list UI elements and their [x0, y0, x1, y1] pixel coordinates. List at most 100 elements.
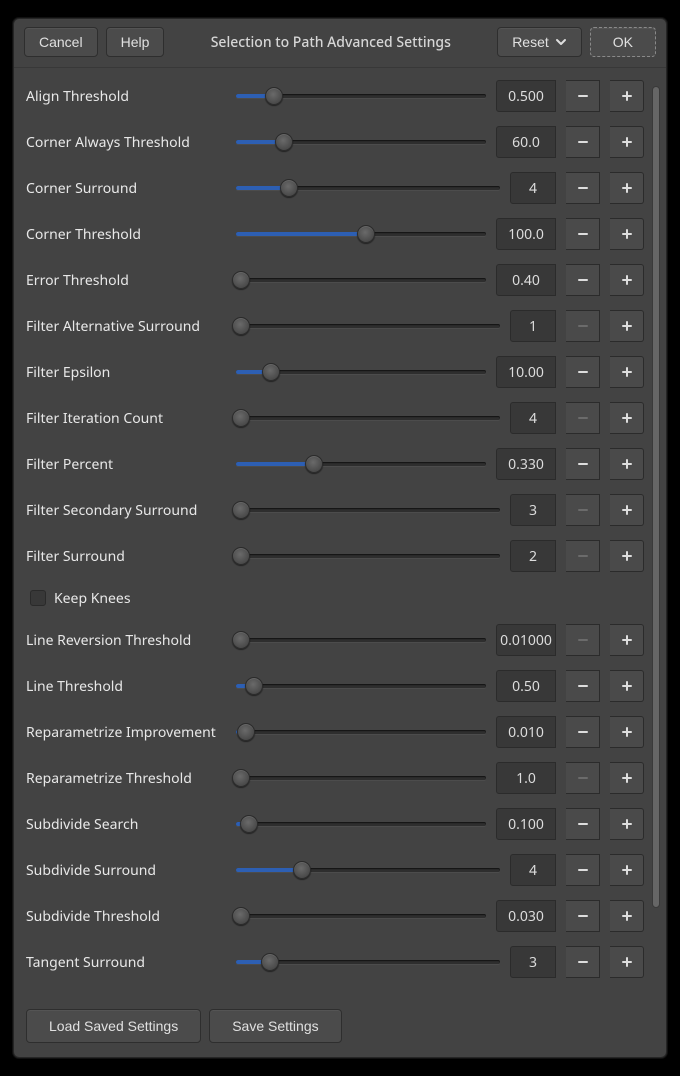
slider-thumb[interactable] — [232, 409, 250, 427]
slider-thumb[interactable] — [232, 547, 250, 565]
slider-thumb[interactable] — [262, 363, 280, 381]
param-slider-filter-secondary-surround[interactable] — [236, 500, 500, 520]
param-value-subdivide-search[interactable]: 0.100 — [496, 808, 556, 840]
increment-button-line-threshold[interactable] — [610, 670, 644, 702]
param-value-error-threshold[interactable]: 0.40 — [496, 264, 556, 296]
cancel-button[interactable]: Cancel — [24, 27, 98, 57]
slider-track — [236, 776, 486, 780]
param-slider-corner-always-threshold[interactable] — [236, 132, 486, 152]
decrement-button-error-threshold[interactable] — [566, 264, 600, 296]
increment-button-tangent-surround[interactable] — [610, 946, 644, 978]
param-value-filter-surround[interactable]: 2 — [510, 540, 556, 572]
decrement-button-subdivide-surround[interactable] — [566, 854, 600, 886]
param-value-reparametrize-improvement[interactable]: 0.010 — [496, 716, 556, 748]
param-slider-filter-epsilon[interactable] — [236, 362, 486, 382]
slider-thumb[interactable] — [232, 317, 250, 335]
increment-button-corner-always-threshold[interactable] — [610, 126, 644, 158]
param-slider-tangent-surround[interactable] — [236, 952, 500, 972]
param-slider-reparametrize-improvement[interactable] — [236, 722, 486, 742]
increment-button-filter-surround[interactable] — [610, 540, 644, 572]
slider-thumb[interactable] — [280, 179, 298, 197]
param-value-reparametrize-threshold[interactable]: 1.0 — [496, 762, 556, 794]
reset-button[interactable]: Reset — [497, 27, 582, 57]
increment-button-error-threshold[interactable] — [610, 264, 644, 296]
slider-thumb[interactable] — [237, 723, 255, 741]
param-slider-subdivide-search[interactable] — [236, 814, 486, 834]
param-value-subdivide-surround[interactable]: 4 — [510, 854, 556, 886]
param-value-filter-secondary-surround[interactable]: 3 — [510, 494, 556, 526]
param-slider-corner-surround[interactable] — [236, 178, 500, 198]
increment-button-reparametrize-improvement[interactable] — [610, 716, 644, 748]
param-slider-error-threshold[interactable] — [236, 270, 486, 290]
param-value-corner-always-threshold[interactable]: 60.0 — [496, 126, 556, 158]
increment-button-subdivide-surround[interactable] — [610, 854, 644, 886]
param-label-corner-threshold: Corner Threshold — [26, 225, 226, 244]
param-value-filter-iteration-count[interactable]: 4 — [510, 402, 556, 434]
param-slider-filter-iteration-count[interactable] — [236, 408, 500, 428]
slider-thumb[interactable] — [275, 133, 293, 151]
decrement-button-corner-threshold[interactable] — [566, 218, 600, 250]
slider-thumb[interactable] — [305, 455, 323, 473]
keep-knees-checkbox[interactable] — [30, 590, 46, 606]
slider-thumb[interactable] — [232, 271, 250, 289]
slider-thumb[interactable] — [232, 769, 250, 787]
increment-button-corner-surround[interactable] — [610, 172, 644, 204]
param-slider-filter-surround[interactable] — [236, 546, 500, 566]
decrement-button-reparametrize-improvement[interactable] — [566, 716, 600, 748]
param-slider-filter-percent[interactable] — [236, 454, 486, 474]
param-value-filter-epsilon[interactable]: 10.00 — [496, 356, 556, 388]
param-value-filter-percent[interactable]: 0.330 — [496, 448, 556, 480]
increment-button-filter-alternative-surround[interactable] — [610, 310, 644, 342]
decrement-button-subdivide-search[interactable] — [566, 808, 600, 840]
param-slider-line-threshold[interactable] — [236, 676, 486, 696]
param-slider-subdivide-surround[interactable] — [236, 860, 500, 880]
param-value-corner-threshold[interactable]: 100.0 — [496, 218, 556, 250]
param-slider-align-threshold[interactable] — [236, 86, 486, 106]
param-slider-filter-alternative-surround[interactable] — [236, 316, 500, 336]
slider-thumb[interactable] — [265, 87, 283, 105]
param-value-subdivide-threshold[interactable]: 0.030 — [496, 900, 556, 932]
decrement-button-tangent-surround[interactable] — [566, 946, 600, 978]
increment-button-corner-threshold[interactable] — [610, 218, 644, 250]
increment-button-filter-iteration-count[interactable] — [610, 402, 644, 434]
decrement-button-line-threshold[interactable] — [566, 670, 600, 702]
scrollbar[interactable] — [652, 86, 660, 979]
slider-thumb[interactable] — [245, 677, 263, 695]
increment-button-subdivide-threshold[interactable] — [610, 900, 644, 932]
param-value-filter-alternative-surround[interactable]: 1 — [510, 310, 556, 342]
param-value-tangent-surround[interactable]: 3 — [510, 946, 556, 978]
ok-button[interactable]: OK — [590, 27, 656, 57]
decrement-button-corner-always-threshold[interactable] — [566, 126, 600, 158]
increment-button-filter-percent[interactable] — [610, 448, 644, 480]
slider-thumb[interactable] — [357, 225, 375, 243]
slider-thumb[interactable] — [232, 501, 250, 519]
slider-thumb[interactable] — [261, 953, 279, 971]
param-slider-subdivide-threshold[interactable] — [236, 906, 486, 926]
param-value-corner-surround[interactable]: 4 — [510, 172, 556, 204]
decrement-button-align-threshold[interactable] — [566, 80, 600, 112]
param-slider-reparametrize-threshold[interactable] — [236, 768, 486, 788]
help-button[interactable]: Help — [106, 27, 165, 57]
increment-button-subdivide-search[interactable] — [610, 808, 644, 840]
decrement-button-filter-epsilon[interactable] — [566, 356, 600, 388]
increment-button-reparametrize-threshold[interactable] — [610, 762, 644, 794]
increment-button-align-threshold[interactable] — [610, 80, 644, 112]
slider-thumb[interactable] — [232, 631, 250, 649]
save-settings-button[interactable]: Save Settings — [209, 1009, 341, 1043]
param-value-align-threshold[interactable]: 0.500 — [496, 80, 556, 112]
increment-button-filter-secondary-surround[interactable] — [610, 494, 644, 526]
param-value-line-threshold[interactable]: 0.50 — [496, 670, 556, 702]
slider-thumb[interactable] — [232, 907, 250, 925]
param-slider-corner-threshold[interactable] — [236, 224, 486, 244]
load-saved-settings-button[interactable]: Load Saved Settings — [26, 1009, 201, 1043]
decrement-button-subdivide-threshold[interactable] — [566, 900, 600, 932]
param-slider-line-reversion-threshold[interactable] — [236, 630, 486, 650]
slider-thumb[interactable] — [293, 861, 311, 879]
increment-button-line-reversion-threshold[interactable] — [610, 624, 644, 656]
scrollbar-thumb[interactable] — [652, 86, 660, 908]
param-value-line-reversion-threshold[interactable]: 0.01000 — [496, 624, 556, 656]
increment-button-filter-epsilon[interactable] — [610, 356, 644, 388]
slider-thumb[interactable] — [240, 815, 258, 833]
decrement-button-corner-surround[interactable] — [566, 172, 600, 204]
decrement-button-filter-percent[interactable] — [566, 448, 600, 480]
